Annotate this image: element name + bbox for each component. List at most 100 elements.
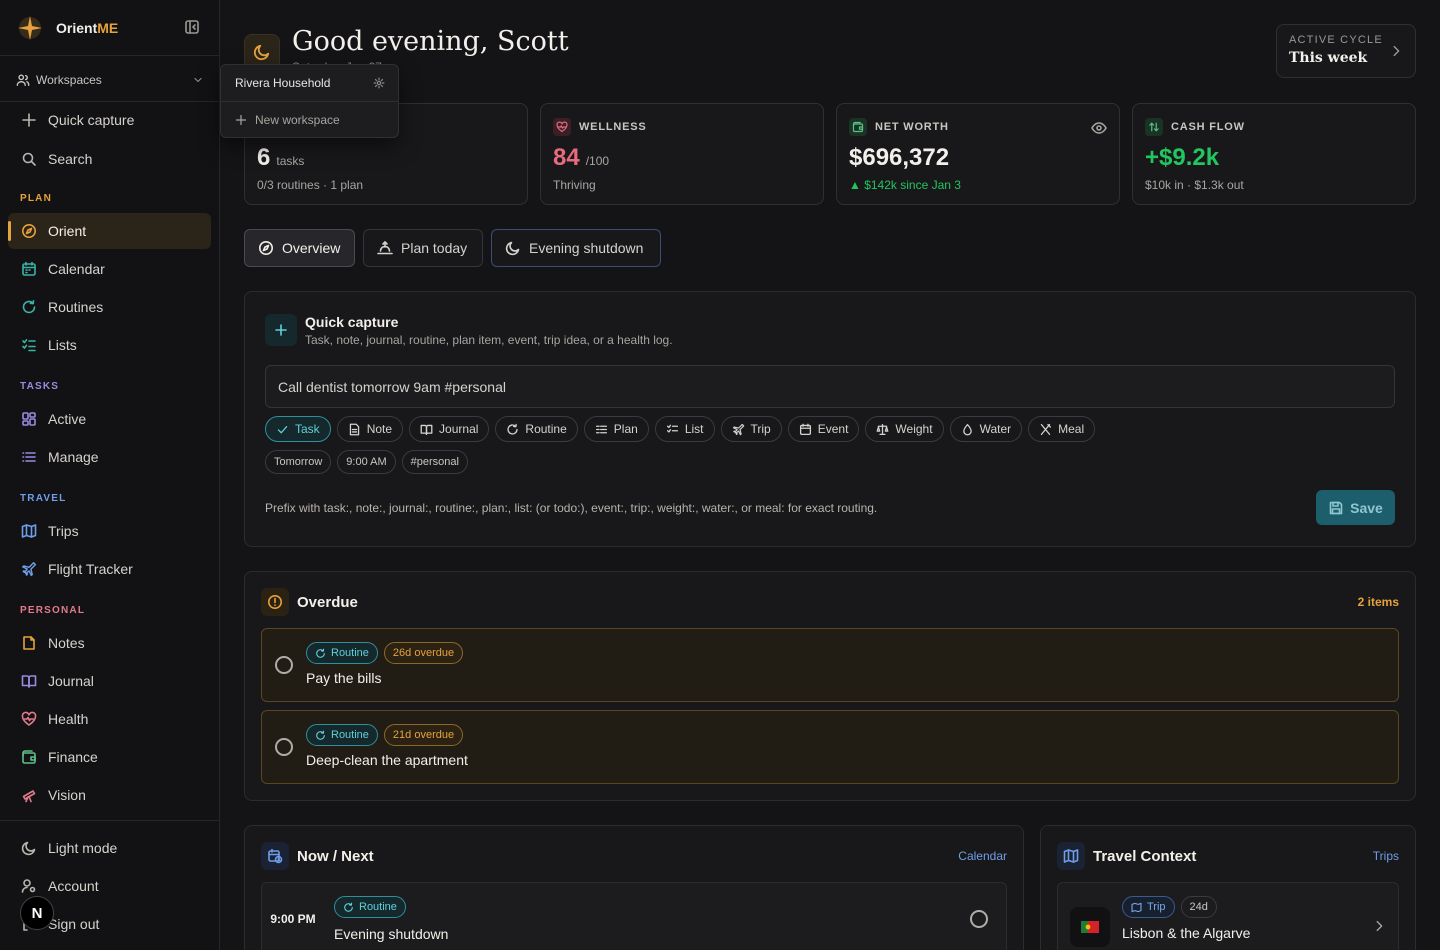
checklist-icon (22, 338, 36, 352)
new-workspace-item[interactable]: New workspace (235, 113, 340, 127)
collapse-sidebar-icon[interactable] (184, 19, 200, 35)
workspace-menu: Rivera Household New workspace (220, 64, 399, 138)
moon-icon (21, 841, 36, 856)
list-item[interactable]: 9:00 PM Routine Evening shutdown (261, 882, 1007, 950)
trips-link[interactable]: Trips (1373, 849, 1399, 863)
book-open-icon (420, 424, 433, 435)
tag-chip-tag[interactable]: #personal (401, 450, 468, 474)
sidebar-item-notes[interactable]: Notes (8, 625, 211, 661)
workspace-option-current[interactable]: Rivera Household (235, 76, 385, 90)
type-chip-note[interactable]: Note (336, 416, 404, 442)
sidebar-item-lists[interactable]: Lists (8, 327, 211, 363)
overdue-badge: 21d overdue (383, 724, 464, 746)
sidebar-item-label: Search (48, 151, 93, 167)
section-label-tasks: TASKS (20, 381, 60, 392)
save-button[interactable]: Save (1316, 490, 1395, 525)
sidebar-item-journal[interactable]: Journal (8, 663, 211, 699)
sidebar-item-orient[interactable]: Orient (8, 213, 211, 249)
stat-value: +$9.2k (1145, 144, 1220, 171)
item-badges: Routine (334, 896, 406, 918)
user-cog-icon (21, 879, 36, 893)
sidebar-item-trips[interactable]: Trips (8, 513, 211, 549)
type-chip-weight[interactable]: Weight (865, 416, 944, 442)
sidebar-item-label: Journal (48, 673, 94, 689)
type-chip-event[interactable]: Event (787, 416, 860, 442)
tag-chip-time[interactable]: 9:00 AM (337, 450, 396, 474)
tab-overview[interactable]: Overview (244, 229, 355, 267)
routine-badge: Routine (306, 642, 378, 664)
sidebar-item-label: Account (48, 878, 99, 894)
sidebar-item-routines[interactable]: Routines (8, 289, 211, 325)
tab-plan-today[interactable]: Plan today (363, 229, 483, 267)
sidebar-item-label: Lists (48, 337, 77, 353)
cycle-label: ACTIVE CYCLE (1289, 34, 1383, 46)
map-icon (1131, 902, 1142, 912)
item-badges: Routine 26d overdue (306, 642, 464, 664)
stat-card-net-worth[interactable]: NET WORTH $696,372 ▲ $142k since Jan 3 (836, 103, 1120, 205)
stat-card-cash-flow[interactable]: CASH FLOW +$9.2k $10k in · $1.3k out (1132, 103, 1416, 205)
type-chip-water[interactable]: Water (949, 416, 1023, 442)
type-chip-plan[interactable]: Plan (583, 416, 649, 442)
plus-icon (22, 113, 36, 127)
sidebar-item-label: Active (48, 411, 87, 427)
sidebar-item-quick-capture[interactable]: Quick capture (8, 102, 211, 138)
sidebar-item-flight-tracker[interactable]: Flight Tracker (8, 551, 211, 587)
list-item[interactable]: Routine 26d overdue Pay the bills (261, 628, 1399, 702)
calendar-clock-icon (261, 842, 289, 870)
eye-icon[interactable] (1091, 120, 1107, 136)
heart-pulse-icon (553, 118, 571, 136)
tab-label: Plan today (401, 240, 468, 256)
list-item[interactable]: Routine 21d overdue Deep-clean the apart… (261, 710, 1399, 784)
complete-checkbox[interactable] (275, 738, 293, 756)
complete-checkbox[interactable] (275, 656, 293, 674)
item-title: Lisbon & the Algarve (1122, 925, 1251, 941)
stat-header: WELLNESS (553, 118, 647, 136)
stat-subtext: 0/3 routines · 1 plan (257, 178, 364, 192)
now-next-panel: Now / Next Calendar 9:00 PM Routine Even… (244, 825, 1024, 950)
tab-label: Evening shutdown (529, 240, 644, 256)
sidebar-item-finance[interactable]: Finance (8, 739, 211, 775)
utensils-icon (1040, 423, 1052, 435)
type-chip-task[interactable]: Task (265, 416, 331, 442)
sidebar-item-calendar[interactable]: Calendar (8, 251, 211, 287)
sidebar-item-vision[interactable]: Vision (8, 777, 211, 813)
active-cycle-selector[interactable]: ACTIVE CYCLE This week (1276, 24, 1416, 78)
sidebar-item-light-mode[interactable]: Light mode (8, 830, 211, 866)
stat-label: WELLNESS (579, 121, 647, 133)
routing-hint: Prefix with task:, note:, journal:, rout… (265, 501, 878, 515)
calendar-icon (22, 261, 36, 276)
sidebar-item-search[interactable]: Search (8, 141, 211, 177)
next-dev-badge[interactable]: N (20, 896, 54, 930)
tag-chip-date[interactable]: Tomorrow (265, 450, 332, 474)
chip-label: Plan (613, 422, 638, 436)
grid-icon (22, 412, 36, 426)
stat-header: CASH FLOW (1145, 118, 1245, 136)
type-chip-routine[interactable]: Routine (495, 416, 578, 442)
brand[interactable]: OrientME (16, 14, 118, 42)
now-next-title: Now / Next (297, 848, 374, 865)
chip-label: Note (366, 422, 393, 436)
type-chip-list[interactable]: List (654, 416, 715, 442)
item-badges: Trip 24d (1122, 896, 1217, 918)
type-chip-trip[interactable]: Trip (720, 416, 782, 442)
heart-pulse-icon (21, 711, 37, 726)
compass-icon (259, 241, 273, 255)
list-item[interactable]: Trip 24d Lisbon & the Algarve (1057, 882, 1399, 950)
sidebar: OrientME Workspaces Quick capture Search… (0, 0, 220, 950)
plane-icon (22, 562, 37, 577)
gear-icon[interactable] (373, 77, 385, 89)
workspace-switcher[interactable]: Workspaces (16, 71, 204, 89)
calendar-link[interactable]: Calendar (958, 849, 1007, 863)
sidebar-item-active[interactable]: Active (8, 401, 211, 437)
tab-evening-shutdown[interactable]: Evening shutdown (491, 229, 661, 267)
quick-capture-input[interactable] (265, 365, 1395, 408)
sidebar-item-manage[interactable]: Manage (8, 439, 211, 475)
type-chip-journal[interactable]: Journal (409, 416, 490, 442)
stat-card-wellness[interactable]: WELLNESS 84/100 Thriving (540, 103, 824, 205)
sidebar-item-health[interactable]: Health (8, 701, 211, 737)
chevron-down-icon (194, 77, 202, 83)
section-label-plan: PLAN (20, 193, 53, 204)
type-chip-meal[interactable]: Meal (1028, 416, 1096, 442)
sidebar-item-label: Notes (48, 635, 85, 651)
complete-checkbox[interactable] (970, 910, 988, 928)
